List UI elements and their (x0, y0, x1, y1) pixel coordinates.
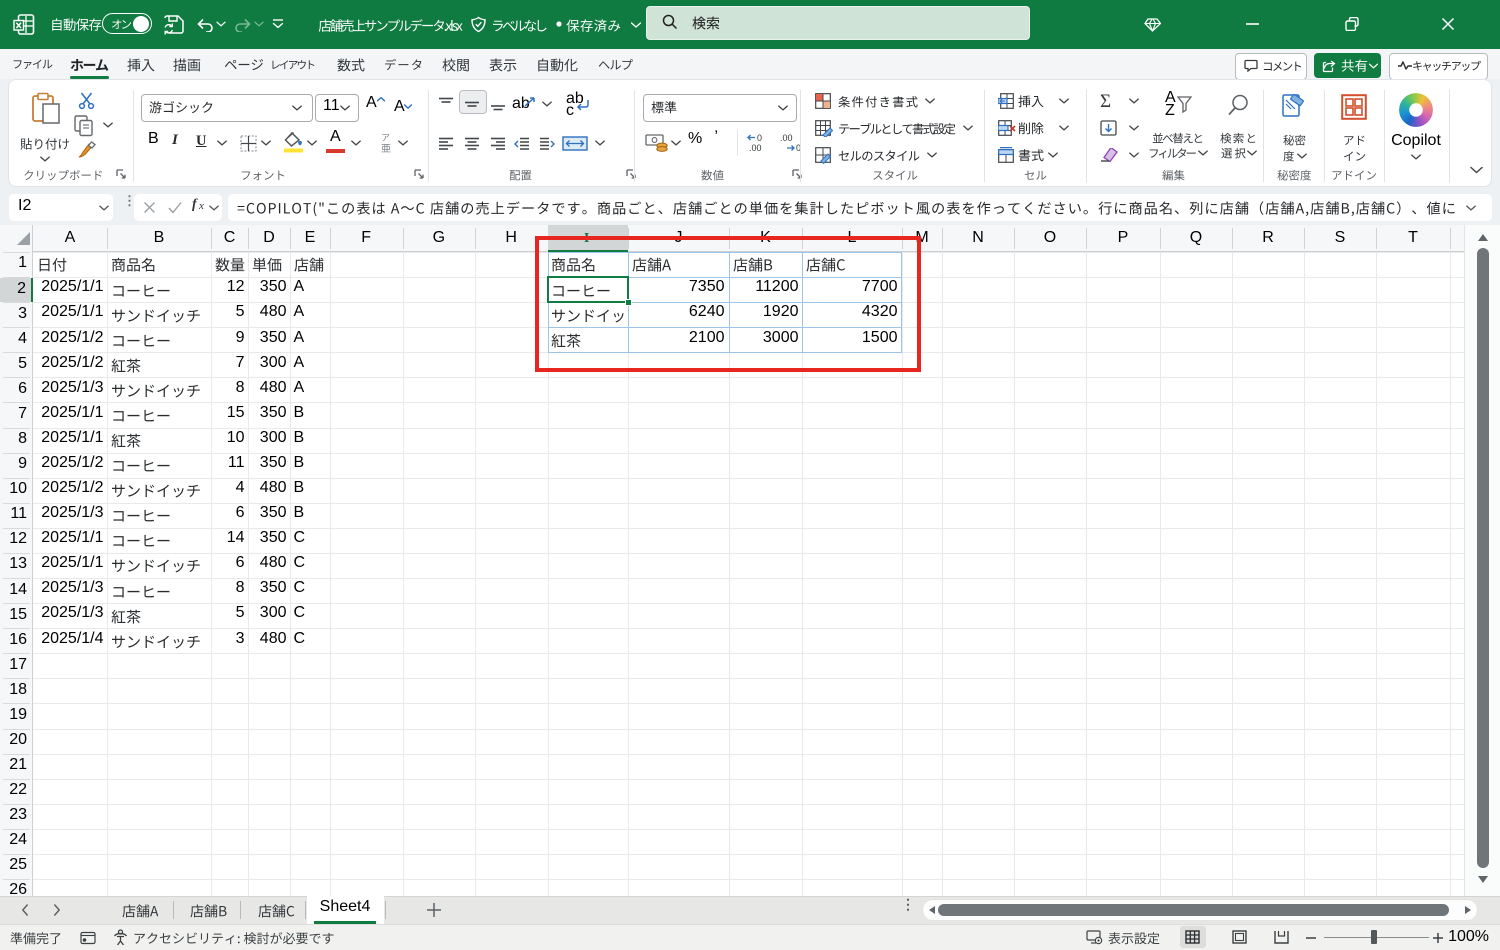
svg-text:0: 0 (757, 133, 762, 143)
svg-text:.00: .00 (780, 133, 793, 143)
svg-text:.00: .00 (749, 143, 762, 153)
